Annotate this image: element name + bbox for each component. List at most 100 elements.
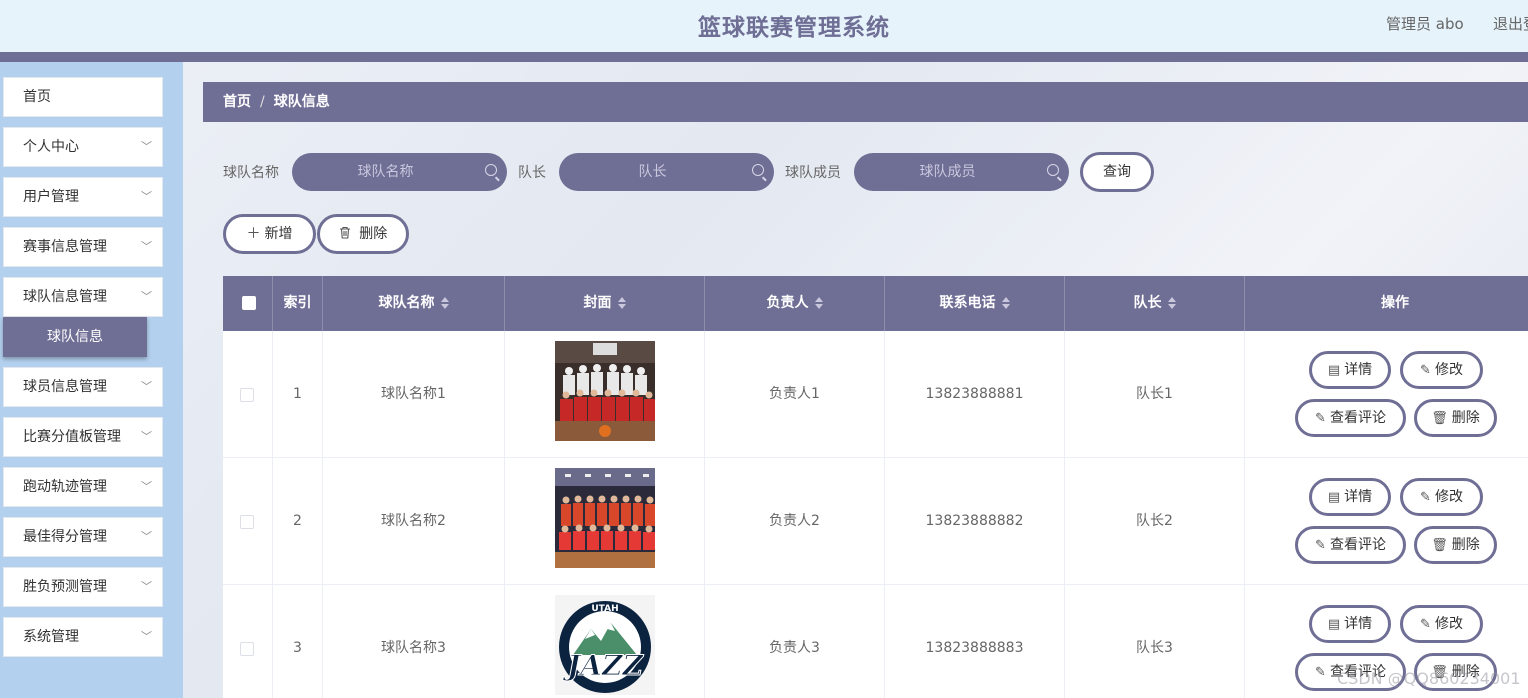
detail-label: 详情 — [1344, 616, 1373, 632]
column-header-team-name[interactable]: 球队名称 — [323, 276, 505, 331]
sidebar-item-track-management[interactable]: 跑动轨迹管理 ﹀ — [3, 467, 163, 507]
sidebar-item-label: 个人中心 — [23, 139, 79, 155]
chevron-down-icon: ﹀ — [141, 290, 152, 303]
column-header-captain[interactable]: 队长 — [1065, 276, 1245, 331]
sort-icon[interactable] — [617, 297, 626, 309]
row-checkbox[interactable] — [240, 515, 254, 529]
batch-delete-button[interactable]: 删除 — [317, 214, 409, 254]
row-delete-label: 删除 — [1451, 410, 1480, 426]
sort-icon[interactable] — [814, 297, 823, 309]
sidebar-item-prediction-management[interactable]: 胜负预测管理 ﹀ — [3, 567, 163, 607]
captain-cell: 队长3 — [1065, 585, 1245, 698]
sidebar-item-user-management[interactable]: 用户管理 ﹀ — [3, 177, 163, 217]
sidebar-item-team-management[interactable]: 球队信息管理 ﹀ — [3, 277, 163, 317]
admin-user-label: 管理员 abo — [1386, 15, 1464, 33]
view-comments-label: 查看评论 — [1329, 410, 1386, 426]
team-cover-image[interactable]: UTAH JAZZ — [555, 595, 655, 695]
edit-label: 修改 — [1434, 616, 1463, 632]
query-button[interactable]: 查询 — [1080, 152, 1154, 192]
sort-icon[interactable] — [1001, 297, 1010, 309]
sidebar-item-best-score-management[interactable]: 最佳得分管理 ﹀ — [3, 517, 163, 557]
breadcrumb-current: 球队信息 — [273, 94, 330, 110]
sort-icon[interactable] — [1167, 297, 1176, 309]
sidebar-item-personal-center[interactable]: 个人中心 ﹀ — [3, 127, 163, 167]
team-name-search-box — [292, 153, 507, 191]
actions-cell: ▤ 详情 ✎ 修改 ✎ 查看评论 🗑 删除 — [1245, 458, 1528, 585]
row-delete-button[interactable]: 🗑 删除 — [1414, 526, 1497, 564]
sidebar-item-event-management[interactable]: 赛事信息管理 ﹀ — [3, 227, 163, 267]
captain-input[interactable] — [559, 153, 774, 191]
team-cover-image[interactable] — [555, 341, 655, 441]
view-comments-button[interactable]: ✎ 查看评论 — [1295, 399, 1406, 437]
sidebar-item-scoreboard-management[interactable]: 比赛分值板管理 ﹀ — [3, 417, 163, 457]
column-header-label: 索引 — [283, 295, 312, 311]
add-button[interactable]: ＋新增 — [223, 214, 316, 254]
members-input[interactable] — [854, 153, 1069, 191]
table-row: 2 球队名称2 负责人2 13823888882 队长2 ▤ 详情 ✎ 修改 ✎… — [223, 458, 1528, 585]
search-icon — [752, 164, 764, 176]
cover-cell — [505, 458, 705, 585]
team-name-cell: 球队名称2 — [323, 458, 505, 585]
pencil-icon: ✎ — [1315, 665, 1326, 680]
sidebar-item-player-management[interactable]: 球员信息管理 ﹀ — [3, 367, 163, 407]
sidebar-subitem-team-info[interactable]: 球队信息 — [3, 317, 147, 357]
detail-button[interactable]: ▤ 详情 — [1309, 605, 1391, 643]
sidebar-item-system-management[interactable]: 系统管理 ﹀ — [3, 617, 163, 657]
view-comments-button[interactable]: ✎ 查看评论 — [1295, 526, 1406, 564]
search-icon — [1047, 164, 1059, 176]
team-cover-image[interactable] — [555, 468, 655, 568]
detail-label: 详情 — [1344, 489, 1373, 505]
select-all-checkbox[interactable] — [242, 296, 256, 310]
chevron-down-icon: ﹀ — [141, 240, 152, 253]
edit-button[interactable]: ✎ 修改 — [1400, 351, 1483, 389]
chevron-down-icon: ﹀ — [141, 630, 152, 643]
breadcrumb-separator: / — [260, 94, 265, 110]
column-header-label: 球队名称 — [378, 295, 435, 311]
phone-cell: 13823888882 — [885, 458, 1065, 585]
pencil-icon: ✎ — [1315, 411, 1326, 426]
column-header-label: 封面 — [583, 295, 612, 311]
chevron-down-icon: ﹀ — [141, 190, 152, 203]
column-header-cover[interactable]: 封面 — [505, 276, 705, 331]
trash-icon: 🗑 — [1431, 411, 1448, 426]
row-delete-button[interactable]: 🗑 删除 — [1414, 399, 1497, 437]
sidebar-item-home[interactable]: 首页 — [3, 77, 163, 117]
edit-button[interactable]: ✎ 修改 — [1400, 605, 1483, 643]
captain-label: 队长 — [518, 165, 546, 181]
team-name-input[interactable] — [292, 153, 507, 191]
sort-icon[interactable] — [440, 297, 449, 309]
document-icon: ▤ — [1327, 617, 1341, 632]
column-header-label: 操作 — [1381, 295, 1409, 311]
pencil-icon: ✎ — [1315, 538, 1326, 553]
detail-button[interactable]: ▤ 详情 — [1309, 351, 1391, 389]
row-select-cell — [223, 585, 273, 698]
column-header-phone[interactable]: 联系电话 — [885, 276, 1065, 331]
column-header-manager[interactable]: 负责人 — [705, 276, 885, 331]
sidebar-item-label: 赛事信息管理 — [23, 239, 107, 255]
row-checkbox[interactable] — [240, 642, 254, 656]
row-checkbox[interactable] — [240, 388, 254, 402]
chevron-down-icon: ﹀ — [141, 430, 152, 443]
sidebar-item-label: 用户管理 — [23, 189, 79, 205]
members-search-box — [854, 153, 1069, 191]
pencil-icon: ✎ — [1420, 363, 1431, 378]
app-title: 篮球联赛管理系统 — [698, 15, 890, 41]
row-select-cell — [223, 458, 273, 585]
add-button-label: 新增 — [264, 226, 293, 242]
team-name-cell: 球队名称3 — [323, 585, 505, 698]
breadcrumb-home[interactable]: 首页 — [223, 94, 251, 110]
chevron-down-icon: ﹀ — [141, 380, 152, 393]
index-cell: 2 — [273, 458, 323, 585]
logout-link[interactable]: 退出登录 — [1493, 13, 1528, 34]
svg-text:UTAH: UTAH — [591, 604, 618, 614]
column-header-actions: 操作 — [1245, 276, 1528, 331]
header-select-all[interactable] — [223, 276, 273, 331]
header-divider-strip — [0, 52, 1528, 62]
detail-button[interactable]: ▤ 详情 — [1309, 478, 1391, 516]
document-icon: ▤ — [1327, 490, 1341, 505]
edit-button[interactable]: ✎ 修改 — [1400, 478, 1483, 516]
table-row: 3 球队名称3 UTAH JAZZ 负责人3 13823888883 队长3 ▤… — [223, 585, 1528, 698]
phone-cell: 13823888883 — [885, 585, 1065, 698]
captain-search-box — [559, 153, 774, 191]
manager-cell: 负责人2 — [705, 458, 885, 585]
